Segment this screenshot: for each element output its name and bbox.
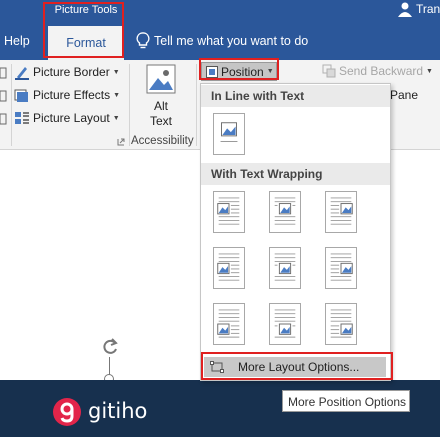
send-backward-icon	[322, 64, 336, 78]
chevron-down-icon: ▼	[112, 68, 120, 76]
position-top-center-option[interactable]	[269, 191, 301, 233]
alt-text-button[interactable]: Alt Text	[140, 99, 182, 129]
chevron-down-icon: ▼	[113, 91, 121, 99]
ribbon-separator	[196, 64, 197, 146]
position-middle-right-icon	[330, 253, 353, 281]
chevron-down-icon: ▼	[112, 114, 120, 122]
more-layout-options-item[interactable]: More Layout Options...	[204, 357, 386, 377]
wrapping-header: With Text Wrapping	[201, 163, 390, 185]
position-bottom-center-option[interactable]	[269, 303, 301, 345]
picture-effects-label: Picture Effects	[33, 88, 111, 102]
position-label: Position	[221, 64, 264, 79]
title-bar: Picture Tools Tran Help Format Tell me w…	[0, 0, 440, 60]
position-top-right-option[interactable]	[325, 191, 357, 233]
picture-effects-button[interactable]: Picture Effects ▼	[14, 85, 120, 105]
ribbon-separator	[129, 64, 130, 146]
more-layout-options-label: More Layout Options...	[238, 360, 360, 374]
tab-help[interactable]: Help	[4, 34, 30, 48]
rotate-handle-icon[interactable]	[100, 337, 120, 357]
chevron-down-icon: ▼	[266, 68, 274, 75]
send-backward-label: Send Backward	[339, 64, 424, 78]
position-top-center-icon	[274, 197, 296, 225]
tooltip: More Position Options	[282, 390, 410, 412]
layout-options-icon	[210, 361, 224, 373]
position-middle-center-icon	[274, 253, 296, 281]
pen-icon	[15, 67, 29, 80]
position-bottom-left-icon	[217, 309, 240, 338]
picture-styles-icon[interactable]	[0, 66, 8, 80]
alt-text-line1: Alt	[153, 99, 168, 113]
position-bottom-right-icon	[330, 309, 353, 338]
gitiho-logo-icon	[53, 398, 81, 426]
effects-icon	[14, 89, 28, 102]
picture-styles-icon-3[interactable]	[0, 112, 8, 126]
picture-layout-button[interactable]: Picture Layout ▼	[14, 108, 120, 128]
selection-pane-button[interactable]: Pane	[390, 88, 418, 102]
position-middle-left-option[interactable]	[213, 247, 245, 289]
picture-border-label: Picture Border	[33, 65, 110, 79]
picture-layout-label: Picture Layout	[33, 111, 110, 125]
position-icon	[206, 65, 218, 78]
chevron-down-icon: ▼	[426, 67, 433, 75]
position-middle-right-option[interactable]	[325, 247, 357, 289]
tab-format[interactable]: Format	[48, 26, 124, 60]
position-top-right-icon	[330, 197, 353, 225]
send-backward-button[interactable]: Send Backward ▼	[322, 64, 433, 78]
position-top-left-option[interactable]	[213, 191, 245, 233]
position-bottom-right-option[interactable]	[325, 303, 357, 345]
position-top-left-icon	[217, 197, 240, 225]
position-in-line-option[interactable]	[213, 113, 245, 155]
position-button[interactable]: Position ▼	[201, 62, 277, 81]
ribbon-separator	[11, 64, 12, 146]
picture-tools-label: Picture Tools	[54, 4, 118, 16]
accessibility-group-label: Accessibility	[131, 135, 194, 147]
layout-icon	[15, 112, 29, 124]
alt-text-icon[interactable]	[146, 64, 176, 94]
position-bottom-left-option[interactable]	[213, 303, 245, 345]
user-icon[interactable]	[398, 1, 412, 17]
dialog-launcher-icon[interactable]	[117, 138, 125, 146]
picture-styles-icon-2[interactable]	[0, 89, 8, 103]
gitiho-logo-text: gitiho	[88, 399, 148, 423]
in-line-header: In Line with Text	[201, 85, 390, 107]
lightbulb-icon	[136, 32, 150, 49]
position-bottom-center-icon	[274, 309, 296, 338]
position-middle-left-icon	[217, 253, 240, 281]
picture-border-button[interactable]: Picture Border ▼	[14, 62, 120, 82]
position-middle-center-option[interactable]	[269, 247, 301, 289]
alt-text-line2: Text	[149, 114, 172, 128]
tell-me-search[interactable]: Tell me what you want to do	[154, 34, 308, 48]
position-inline-icon	[220, 122, 238, 142]
user-name[interactable]: Tran	[416, 2, 440, 16]
